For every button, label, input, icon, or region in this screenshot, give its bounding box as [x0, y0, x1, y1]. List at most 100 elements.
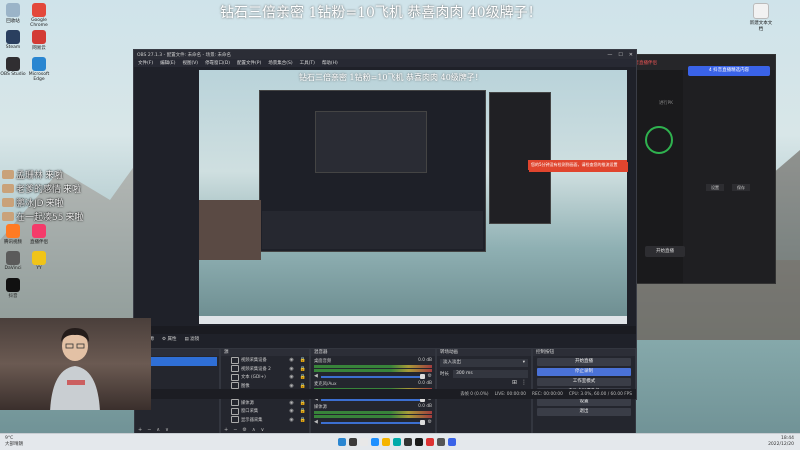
eye-icon[interactable]: ◉: [289, 357, 293, 363]
volume-slider[interactable]: [320, 374, 425, 379]
taskbar-app-icon[interactable]: [338, 438, 346, 446]
source-item[interactable]: 视频采集设备 ◉ 🔒: [221, 356, 309, 365]
lock-icon[interactable]: 🔒: [300, 357, 306, 363]
speaker-icon[interactable]: ◀: [314, 419, 318, 425]
minimize-icon[interactable]: —: [607, 52, 612, 58]
lock-icon[interactable]: 🔒: [300, 366, 306, 372]
settings-button[interactable]: 设置: [706, 184, 724, 191]
desktop-icon[interactable]: Steam: [0, 30, 26, 50]
menu-item[interactable]: 视图(V): [182, 60, 198, 66]
source-type-icon: [231, 356, 239, 364]
eye-icon[interactable]: ◉: [289, 417, 293, 423]
taskbar-app-icon[interactable]: [393, 438, 401, 446]
obs-titlebar: OBS 27.1.3 - 配置文件: 未命名 - 场景: 未命名 — ☐ ✕: [134, 50, 636, 59]
taskbar-app-icon[interactable]: [382, 438, 390, 446]
control-button[interactable]: 开始直播: [537, 358, 631, 366]
promo-banner-button[interactable]: 4 抖音直播精选内容: [688, 66, 770, 76]
source-item[interactable]: 显示器采集 ◉ 🔒: [221, 416, 309, 425]
taskbar-app-icon[interactable]: [404, 438, 412, 446]
status-item: CPU: 3.0%, 60.00 / 60.00 FPS: [568, 391, 632, 397]
preview-webcam: [199, 200, 261, 260]
control-button[interactable]: 设置: [537, 398, 631, 406]
desktop-icon[interactable]: 网易云: [26, 30, 52, 51]
taskbar-app-icon[interactable]: [448, 438, 456, 446]
eye-icon[interactable]: ◉: [289, 400, 293, 406]
menu-item[interactable]: 场景集合(S): [268, 60, 292, 66]
status-item: REC: 00:00:00: [532, 391, 563, 397]
lock-icon[interactable]: 🔒: [300, 383, 306, 389]
desktop-icon[interactable]: YY: [26, 251, 52, 271]
chat-message: 鹏冰JD 来啦: [2, 196, 64, 209]
desktop-icon[interactable]: DaVinci: [0, 251, 26, 271]
lock-icon[interactable]: 🔒: [300, 400, 306, 406]
slider-handle[interactable]: [419, 420, 425, 425]
menu-item[interactable]: 配置文件(P): [237, 60, 261, 66]
add-transition-icon[interactable]: ⊞: [512, 379, 517, 386]
transition-menu-icon[interactable]: ⋮: [521, 379, 527, 386]
taskbar-app-icon[interactable]: [437, 438, 445, 446]
app-icon: [6, 3, 20, 17]
source-item[interactable]: 文本 (GDI+) ◉ 🔒: [221, 373, 309, 382]
source-item[interactable]: 窗口采集 ◉ 🔒: [221, 407, 309, 416]
eye-icon[interactable]: ◉: [289, 408, 293, 414]
clock[interactable]: 18:44 2022/12/20: [768, 436, 794, 448]
desktop-icon-new-document[interactable]: 新建文本文档: [748, 3, 774, 32]
menu-item[interactable]: 文件(F): [138, 60, 153, 66]
app-icon: [32, 251, 46, 265]
slider-handle[interactable]: [419, 374, 425, 379]
duration-input[interactable]: 300 ms: [453, 370, 528, 378]
start-live-button[interactable]: 开始直播: [645, 246, 685, 257]
taskbar-app-icon[interactable]: [426, 438, 434, 446]
desktop-icon[interactable]: 回收站: [0, 3, 26, 24]
filters-button[interactable]: ▤ 滤镜: [184, 336, 199, 342]
pk-button[interactable]: 进行PK: [659, 100, 673, 106]
source-item[interactable]: 视频采集设备 2 ◉ 🔒: [221, 365, 309, 374]
desktop-icon[interactable]: Google Chrome: [26, 3, 52, 28]
app-icon: [6, 57, 20, 71]
control-button[interactable]: 停止录制: [537, 368, 631, 376]
lock-icon[interactable]: 🔒: [300, 374, 306, 380]
weather-widget[interactable]: 9°C 大部晴朗: [5, 436, 23, 448]
desktop-icon[interactable]: OBS Studio: [0, 57, 26, 77]
eye-icon[interactable]: ◉: [289, 366, 293, 372]
status-item: LIVE: 00:00:00: [494, 391, 527, 397]
control-button[interactable]: 工作室模式: [537, 378, 631, 386]
source-item[interactable]: 媒体源 ◉ 🔒: [221, 399, 309, 408]
app-icon: [32, 30, 46, 44]
gear-icon[interactable]: ⚙: [428, 373, 432, 379]
desktop-icon[interactable]: 腾讯视频: [0, 224, 26, 245]
chat-message: 孟珊林 来啦: [2, 168, 63, 181]
volume-slider[interactable]: [320, 397, 425, 402]
warning-toast[interactable]: 您的5分钟没有检测到画面，请检查您的推流设置: [528, 160, 627, 170]
obs-preview[interactable]: 钻石三倍亲密 1钻粉=10飞机 恭喜肉肉 40级牌子！ 您的5分钟没有检测到画面…: [199, 70, 628, 324]
taskbar-app-icon[interactable]: [349, 438, 357, 446]
menu-item[interactable]: 帮助(H): [322, 60, 338, 66]
menu-item[interactable]: 编辑(E): [160, 60, 175, 66]
eye-icon[interactable]: ◉: [289, 383, 293, 389]
eye-icon[interactable]: ◉: [289, 374, 293, 380]
desktop-icon[interactable]: 直播伴侣: [26, 224, 52, 245]
desktop-icon[interactable]: 抖音: [0, 278, 26, 299]
avatar: [2, 212, 14, 221]
taskbar-app-icon[interactable]: [360, 438, 368, 446]
taskbar-app-icon[interactable]: [415, 438, 423, 446]
properties-button[interactable]: ⚙ 属性: [162, 336, 176, 342]
lock-icon[interactable]: 🔒: [300, 408, 306, 414]
speaker-icon[interactable]: ◀: [314, 373, 318, 379]
taskbar: 9°C 大部晴朗 18:44 2022/12/20: [0, 433, 800, 450]
maximize-icon[interactable]: ☐: [618, 52, 622, 58]
save-button[interactable]: 保存: [732, 184, 750, 191]
desktop-icon[interactable]: Microsoft Edge: [26, 57, 52, 82]
preview-taskbar: [199, 316, 627, 324]
control-button[interactable]: 退出: [537, 408, 631, 416]
volume-meter: [314, 369, 432, 372]
lock-icon[interactable]: 🔒: [300, 417, 306, 423]
taskbar-app-icon[interactable]: [371, 438, 379, 446]
menu-item[interactable]: 停靠窗口(D): [205, 60, 230, 66]
menu-item[interactable]: 工具(T): [300, 60, 315, 66]
transition-select[interactable]: 淡入淡出 ▾: [440, 359, 528, 367]
chevron-down-icon: ▾: [522, 360, 525, 365]
volume-slider[interactable]: [320, 420, 425, 425]
close-icon[interactable]: ✕: [629, 52, 633, 58]
gear-icon[interactable]: ⚙: [428, 419, 432, 425]
